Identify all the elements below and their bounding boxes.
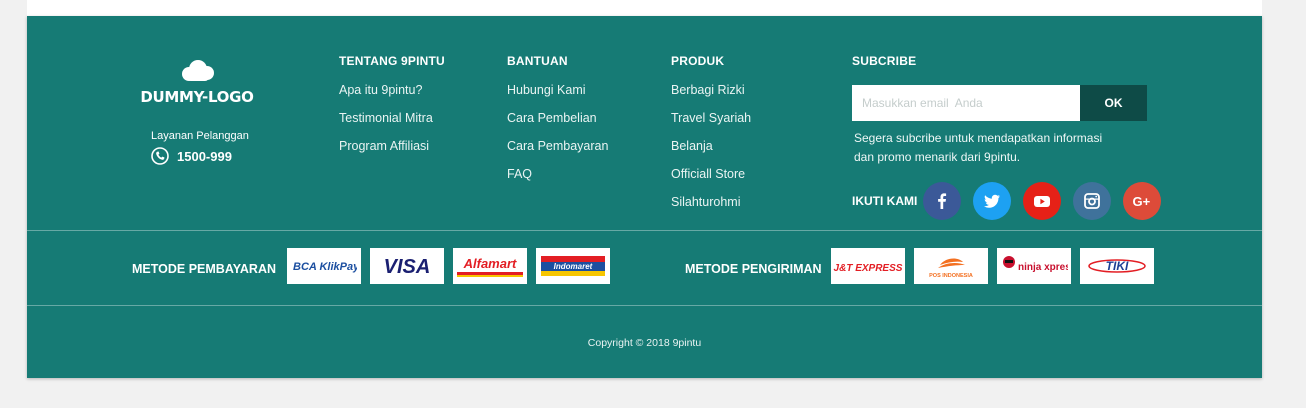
alfamart-logo: Alfamart — [453, 248, 527, 284]
tiki-logo: TIKI — [1080, 248, 1154, 284]
follow-us: IKUTI KAMI G+ — [852, 182, 1173, 220]
svg-text:G+: G+ — [1133, 194, 1151, 209]
copyright-text: Copyright © 2018 9pintu — [587, 337, 702, 349]
shipping-method-name: POS INDONESIA — [929, 273, 973, 279]
youtube-icon[interactable] — [1023, 182, 1062, 220]
payment-method-name: BCA KlikPay — [293, 261, 357, 273]
shipping-method-name: TIKI — [1106, 259, 1129, 273]
footer-link[interactable]: Officiall Store — [671, 166, 751, 194]
footer-link[interactable]: Berbagi Rizki — [671, 82, 751, 110]
twitter-icon[interactable] — [973, 182, 1012, 220]
subscribe-title: SUBCRIBE — [852, 54, 917, 68]
footer-link[interactable]: FAQ — [507, 166, 608, 194]
footer-divider — [27, 305, 1262, 306]
footer-link[interactable]: Cara Pembelian — [507, 110, 608, 138]
logo-text: DUMMY-LOGO — [140, 88, 254, 106]
payment-method-name: Alfamart — [463, 256, 517, 271]
phone-number: 1500-999 — [177, 148, 232, 164]
phone-icon — [151, 147, 169, 165]
bca-klikpay-logo: BCA KlikPay — [287, 248, 361, 284]
visa-logo: VISA — [370, 248, 444, 284]
payment-method-name: Indomaret — [554, 262, 593, 271]
cloud-icon — [182, 60, 214, 81]
pos-indonesia-logo: POS INDONESIA — [914, 248, 988, 284]
subscribe-button[interactable]: OK — [1080, 85, 1147, 121]
subscribe-description-line: Segera subcribe untuk mendapatkan inform… — [854, 131, 1103, 145]
facebook-icon[interactable] — [923, 182, 962, 220]
indomaret-logo: Indomaret — [536, 248, 610, 284]
google-plus-icon[interactable]: G+ — [1123, 182, 1162, 220]
footer-link[interactable]: Belanja — [671, 138, 751, 166]
footer-link[interactable]: Program Affiliasi — [339, 138, 445, 166]
page-content-edge — [27, 0, 1262, 16]
column-title: TENTANG 9PINTU — [339, 54, 445, 68]
payment-methods-label: METODE PEMBAYARAN — [132, 262, 277, 276]
site-footer: DUMMY-LOGO Layanan Pelanggan 1500-999 TE… — [27, 16, 1262, 378]
subscribe-description-line: dan promo menarik dari 9pintu. — [854, 150, 1021, 164]
shipping-methods-label: METODE PENGIRIMAN — [685, 262, 822, 276]
footer-link[interactable]: Testimonial Mitra — [339, 110, 445, 138]
footer-link[interactable]: Cara Pembayaran — [507, 138, 608, 166]
shipping-method-name: ninja xpress — [1018, 262, 1068, 273]
footer-column-produk: PRODUK Berbagi Rizki Travel Syariah Bela… — [671, 54, 751, 222]
jnt-express-logo: J&T EXPRESS — [831, 248, 905, 284]
brand-logo[interactable]: DUMMY-LOGO — [135, 60, 259, 106]
shipping-method-name: J&T EXPRESS — [834, 263, 903, 274]
subscribe-form: OK — [852, 85, 1147, 121]
footer-divider — [27, 230, 1262, 231]
footer-column-tentang: TENTANG 9PINTU Apa itu 9pintu? Testimoni… — [339, 54, 445, 166]
customer-service-phone[interactable]: 1500-999 — [151, 147, 232, 165]
subscribe-description: Segera subcribe untuk mendapatkan inform… — [854, 129, 1134, 167]
footer-column-bantuan: BANTUAN Hubungi Kami Cara Pembelian Cara… — [507, 54, 608, 194]
footer-link[interactable]: Travel Syariah — [671, 110, 751, 138]
follow-label: IKUTI KAMI — [852, 194, 918, 208]
payment-method-name: VISA — [384, 256, 431, 278]
ninja-xpress-logo: ninja xpress — [997, 248, 1071, 284]
column-title: PRODUK — [671, 54, 725, 68]
subscribe-section: SUBCRIBE — [852, 54, 916, 82]
customer-service-label: Layanan Pelanggan — [151, 130, 249, 142]
footer-link[interactable]: Apa itu 9pintu? — [339, 82, 445, 110]
instagram-icon[interactable] — [1073, 182, 1112, 220]
email-input[interactable] — [852, 85, 1080, 121]
footer-link[interactable]: Hubungi Kami — [507, 82, 608, 110]
column-title: BANTUAN — [507, 54, 568, 68]
footer-link[interactable]: Silahturohmi — [671, 194, 751, 222]
